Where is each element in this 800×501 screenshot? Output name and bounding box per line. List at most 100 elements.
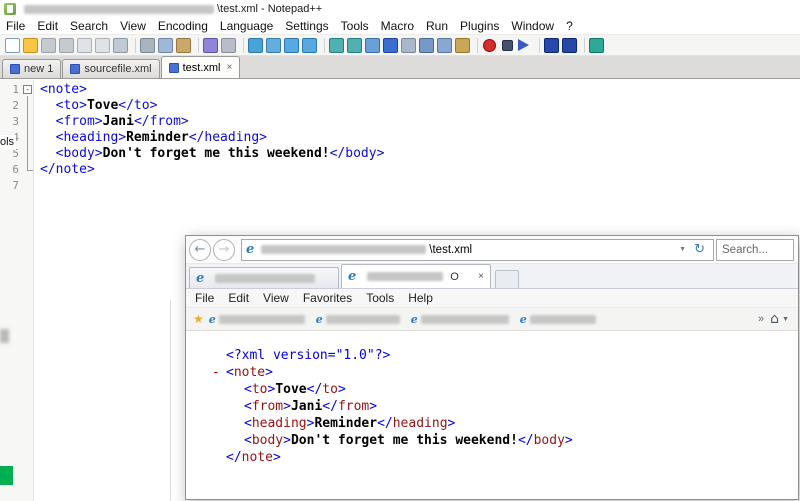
monitoring-icon[interactable] [589, 37, 604, 53]
macro-record-icon[interactable] [483, 38, 496, 52]
macro-run-multiple-icon[interactable] [562, 37, 577, 53]
find-icon[interactable] [248, 37, 263, 53]
paste-icon[interactable] [176, 37, 191, 53]
favorites-bar-item-1[interactable]: e [209, 314, 308, 325]
code-line: 6 </note> [0, 162, 800, 178]
indent-guide-icon[interactable] [401, 37, 416, 53]
sync-horizontal-scroll-icon[interactable] [347, 37, 362, 53]
show-all-characters-icon[interactable] [383, 37, 398, 53]
xml-line: <to>Tove</to> [244, 382, 346, 397]
ie-menu-view[interactable]: View [256, 291, 296, 305]
tab-label: new 1 [24, 63, 54, 75]
menu-edit[interactable]: Edit [31, 18, 64, 34]
favorites-bar-item-4[interactable]: e [520, 314, 599, 325]
notepadpp-app-icon [4, 3, 16, 15]
line-number: 1 [12, 83, 19, 96]
close-all-icon[interactable] [95, 37, 110, 53]
macro-play-icon[interactable] [518, 39, 529, 51]
menu-encoding[interactable]: Encoding [152, 18, 214, 34]
toolbar-separator [584, 37, 585, 53]
menu-view[interactable]: View [114, 18, 152, 34]
tab-new-1[interactable]: new 1 [2, 59, 62, 78]
menu-window[interactable]: Window [505, 18, 560, 34]
save-all-icon[interactable] [59, 37, 74, 53]
menu-plugins[interactable]: Plugins [454, 18, 505, 34]
new-tab-button[interactable] [495, 270, 519, 288]
line-number: 3 [12, 115, 19, 128]
fold-collapse-icon[interactable]: - [23, 85, 32, 94]
saved-file-icon [168, 62, 179, 73]
add-favorite-icon[interactable]: ★ [193, 312, 204, 326]
toolbar-separator [477, 37, 478, 53]
favorites-bar-item-2[interactable]: e [316, 314, 403, 325]
menu-run[interactable]: Run [420, 18, 454, 34]
folder-as-workspace-icon[interactable] [455, 37, 470, 53]
function-list-icon[interactable] [437, 37, 452, 53]
tab-sourcefile-xml[interactable]: sourcefile.xml [62, 59, 160, 78]
undo-icon[interactable] [203, 37, 218, 53]
bookmark-favicon: e [208, 312, 216, 326]
refresh-icon[interactable]: ↻ [690, 242, 709, 257]
menu-search[interactable]: Search [64, 18, 114, 34]
search-box[interactable]: Search... [716, 238, 794, 261]
zoom-out-icon[interactable] [302, 37, 317, 53]
redo-icon[interactable] [221, 37, 236, 53]
home-dropdown-icon[interactable]: ▼ [781, 316, 793, 323]
window-title: \test.xml - Notepad++ [217, 3, 323, 15]
favorites-overflow-icon[interactable]: » [754, 313, 768, 325]
macro-save-icon[interactable] [544, 37, 559, 53]
copy-icon[interactable] [158, 37, 173, 53]
code-line: 2 <to>Tove</to> [0, 98, 800, 114]
cut-icon[interactable] [140, 37, 155, 53]
menu-settings[interactable]: Settings [279, 18, 334, 34]
close-icon[interactable] [77, 37, 92, 53]
saved-file-icon [70, 64, 81, 74]
code-text: <to>Tove</to> [55, 98, 158, 113]
word-wrap-icon[interactable] [365, 37, 380, 53]
favorites-bar-item-3[interactable]: e [411, 314, 512, 325]
menu-language[interactable]: Language [214, 18, 279, 34]
menu-tools[interactable]: Tools [335, 18, 375, 34]
menu-help[interactable]: ? [560, 18, 579, 34]
address-bar[interactable]: e \test.xml ▼ ↻ [241, 238, 714, 261]
browser-tab-2[interactable]: e O × [341, 264, 491, 288]
toolbar-separator [324, 37, 325, 53]
ie-menu-tools[interactable]: Tools [359, 291, 401, 305]
favorites-items: eeee [209, 314, 607, 325]
print-icon[interactable] [113, 37, 128, 53]
xml-line: - <note> [212, 364, 273, 381]
menu-macro[interactable]: Macro [375, 18, 420, 34]
toolbar-separator [539, 37, 540, 53]
browser-tab-1[interactable]: e [189, 267, 339, 288]
replace-icon[interactable] [266, 37, 281, 53]
background-window-edge [170, 300, 171, 501]
home-icon[interactable]: ⌂ [768, 311, 781, 327]
ie-menu-edit[interactable]: Edit [221, 291, 256, 305]
ie-menu-file[interactable]: File [188, 291, 221, 305]
close-tab-icon[interactable]: × [227, 62, 233, 73]
close-tab-icon[interactable]: × [478, 271, 484, 282]
ie-menu-favorites[interactable]: Favorites [296, 291, 359, 305]
notepadpp-titlebar[interactable]: \test.xml - Notepad++ [0, 0, 800, 18]
back-button[interactable]: ← [189, 238, 211, 261]
bookmark-favicon: e [519, 312, 527, 326]
ie-content-area[interactable]: <?xml version="1.0"?> - <note> <to>Tove</to… [186, 331, 798, 499]
document-map-icon[interactable] [419, 37, 434, 53]
notepadpp-menubar: File Edit Search View Encoding Language Settin… [0, 18, 800, 34]
collapse-node-icon[interactable]: - [212, 364, 220, 381]
menu-file[interactable]: File [0, 18, 31, 34]
new-file-icon[interactable] [5, 37, 20, 53]
tab-test-xml[interactable]: test.xml × [160, 56, 241, 78]
save-icon[interactable] [41, 37, 56, 53]
forward-button[interactable]: → [213, 238, 235, 261]
address-dropdown-icon[interactable]: ▼ [675, 246, 690, 253]
sync-vertical-scroll-icon[interactable] [329, 37, 344, 53]
editor-lines: 1- <note> 2 <to>Tove</to> 3 <from>Jani</fro… [0, 82, 800, 194]
ie-menu-help[interactable]: Help [401, 291, 440, 305]
open-folder-icon[interactable] [23, 37, 38, 53]
internet-explorer-window: ← → e \test.xml ▼ ↻ Search... e e O × File E… [185, 235, 799, 500]
xml-line: <heading>Reminder</heading> [244, 416, 456, 431]
macro-stop-icon[interactable] [502, 39, 513, 51]
line-number: 2 [12, 99, 19, 112]
zoom-in-icon[interactable] [284, 37, 299, 53]
